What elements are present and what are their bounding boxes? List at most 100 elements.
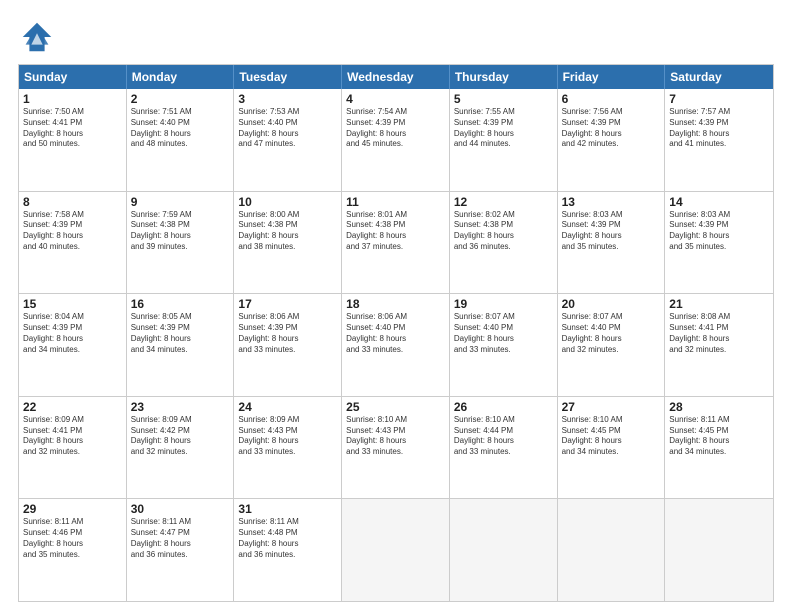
day-number: 24 [238,400,337,414]
weekday-header-saturday: Saturday [665,65,773,89]
day-details: Sunrise: 8:10 AMSunset: 4:43 PMDaylight:… [346,415,445,458]
day-number: 15 [23,297,122,311]
day-number: 8 [23,195,122,209]
calendar-cell: 25Sunrise: 8:10 AMSunset: 4:43 PMDayligh… [342,397,450,499]
day-number: 31 [238,502,337,516]
calendar-cell: 9Sunrise: 7:59 AMSunset: 4:38 PMDaylight… [127,192,235,294]
calendar-week-4: 22Sunrise: 8:09 AMSunset: 4:41 PMDayligh… [19,396,773,499]
day-details: Sunrise: 8:10 AMSunset: 4:44 PMDaylight:… [454,415,553,458]
day-number: 7 [669,92,769,106]
day-details: Sunrise: 7:57 AMSunset: 4:39 PMDaylight:… [669,107,769,150]
day-details: Sunrise: 8:06 AMSunset: 4:40 PMDaylight:… [346,312,445,355]
day-number: 21 [669,297,769,311]
day-number: 17 [238,297,337,311]
day-number: 9 [131,195,230,209]
day-details: Sunrise: 8:09 AMSunset: 4:43 PMDaylight:… [238,415,337,458]
day-number: 2 [131,92,230,106]
calendar-cell: 6Sunrise: 7:56 AMSunset: 4:39 PMDaylight… [558,89,666,191]
calendar-cell: 28Sunrise: 8:11 AMSunset: 4:45 PMDayligh… [665,397,773,499]
day-number: 18 [346,297,445,311]
calendar-cell: 20Sunrise: 8:07 AMSunset: 4:40 PMDayligh… [558,294,666,396]
day-number: 20 [562,297,661,311]
day-details: Sunrise: 8:04 AMSunset: 4:39 PMDaylight:… [23,312,122,355]
page: SundayMondayTuesdayWednesdayThursdayFrid… [0,0,792,612]
day-details: Sunrise: 8:11 AMSunset: 4:45 PMDaylight:… [669,415,769,458]
weekday-header-thursday: Thursday [450,65,558,89]
day-details: Sunrise: 7:53 AMSunset: 4:40 PMDaylight:… [238,107,337,150]
weekday-header-friday: Friday [558,65,666,89]
weekday-header-tuesday: Tuesday [234,65,342,89]
calendar-cell: 11Sunrise: 8:01 AMSunset: 4:38 PMDayligh… [342,192,450,294]
day-number: 30 [131,502,230,516]
calendar-cell: 21Sunrise: 8:08 AMSunset: 4:41 PMDayligh… [665,294,773,396]
day-details: Sunrise: 8:11 AMSunset: 4:47 PMDaylight:… [131,517,230,560]
day-number: 22 [23,400,122,414]
day-details: Sunrise: 8:10 AMSunset: 4:45 PMDaylight:… [562,415,661,458]
calendar-header: SundayMondayTuesdayWednesdayThursdayFrid… [19,65,773,89]
day-number: 29 [23,502,122,516]
day-details: Sunrise: 8:01 AMSunset: 4:38 PMDaylight:… [346,210,445,253]
day-details: Sunrise: 8:09 AMSunset: 4:41 PMDaylight:… [23,415,122,458]
day-number: 3 [238,92,337,106]
calendar-cell: 26Sunrise: 8:10 AMSunset: 4:44 PMDayligh… [450,397,558,499]
weekday-header-wednesday: Wednesday [342,65,450,89]
calendar-cell [342,499,450,601]
day-details: Sunrise: 8:02 AMSunset: 4:38 PMDaylight:… [454,210,553,253]
calendar-cell: 22Sunrise: 8:09 AMSunset: 4:41 PMDayligh… [19,397,127,499]
day-number: 13 [562,195,661,209]
day-details: Sunrise: 7:59 AMSunset: 4:38 PMDaylight:… [131,210,230,253]
calendar-cell: 31Sunrise: 8:11 AMSunset: 4:48 PMDayligh… [234,499,342,601]
day-details: Sunrise: 8:06 AMSunset: 4:39 PMDaylight:… [238,312,337,355]
calendar-cell: 15Sunrise: 8:04 AMSunset: 4:39 PMDayligh… [19,294,127,396]
day-details: Sunrise: 8:09 AMSunset: 4:42 PMDaylight:… [131,415,230,458]
calendar-cell: 13Sunrise: 8:03 AMSunset: 4:39 PMDayligh… [558,192,666,294]
day-number: 10 [238,195,337,209]
day-details: Sunrise: 8:08 AMSunset: 4:41 PMDaylight:… [669,312,769,355]
day-details: Sunrise: 8:07 AMSunset: 4:40 PMDaylight:… [454,312,553,355]
day-number: 16 [131,297,230,311]
day-details: Sunrise: 7:51 AMSunset: 4:40 PMDaylight:… [131,107,230,150]
calendar-cell [558,499,666,601]
day-details: Sunrise: 7:50 AMSunset: 4:41 PMDaylight:… [23,107,122,150]
calendar-cell: 14Sunrise: 8:03 AMSunset: 4:39 PMDayligh… [665,192,773,294]
calendar-cell [665,499,773,601]
day-number: 27 [562,400,661,414]
calendar-cell: 17Sunrise: 8:06 AMSunset: 4:39 PMDayligh… [234,294,342,396]
day-number: 14 [669,195,769,209]
day-details: Sunrise: 7:58 AMSunset: 4:39 PMDaylight:… [23,210,122,253]
calendar-body: 1Sunrise: 7:50 AMSunset: 4:41 PMDaylight… [19,89,773,601]
day-number: 28 [669,400,769,414]
calendar-cell [450,499,558,601]
weekday-header-monday: Monday [127,65,235,89]
day-details: Sunrise: 7:54 AMSunset: 4:39 PMDaylight:… [346,107,445,150]
day-number: 1 [23,92,122,106]
calendar-cell: 29Sunrise: 8:11 AMSunset: 4:46 PMDayligh… [19,499,127,601]
day-number: 26 [454,400,553,414]
calendar-cell: 30Sunrise: 8:11 AMSunset: 4:47 PMDayligh… [127,499,235,601]
day-number: 11 [346,195,445,209]
calendar-week-3: 15Sunrise: 8:04 AMSunset: 4:39 PMDayligh… [19,293,773,396]
weekday-header-sunday: Sunday [19,65,127,89]
day-number: 25 [346,400,445,414]
day-details: Sunrise: 7:56 AMSunset: 4:39 PMDaylight:… [562,107,661,150]
day-number: 19 [454,297,553,311]
day-details: Sunrise: 8:05 AMSunset: 4:39 PMDaylight:… [131,312,230,355]
day-number: 4 [346,92,445,106]
day-details: Sunrise: 8:00 AMSunset: 4:38 PMDaylight:… [238,210,337,253]
calendar-cell: 16Sunrise: 8:05 AMSunset: 4:39 PMDayligh… [127,294,235,396]
calendar-cell: 24Sunrise: 8:09 AMSunset: 4:43 PMDayligh… [234,397,342,499]
calendar-week-2: 8Sunrise: 7:58 AMSunset: 4:39 PMDaylight… [19,191,773,294]
day-number: 23 [131,400,230,414]
day-details: Sunrise: 8:11 AMSunset: 4:46 PMDaylight:… [23,517,122,560]
logo-icon [18,18,56,56]
calendar-cell: 2Sunrise: 7:51 AMSunset: 4:40 PMDaylight… [127,89,235,191]
calendar-cell: 3Sunrise: 7:53 AMSunset: 4:40 PMDaylight… [234,89,342,191]
calendar-cell: 27Sunrise: 8:10 AMSunset: 4:45 PMDayligh… [558,397,666,499]
day-details: Sunrise: 8:03 AMSunset: 4:39 PMDaylight:… [669,210,769,253]
calendar-week-5: 29Sunrise: 8:11 AMSunset: 4:46 PMDayligh… [19,498,773,601]
calendar-cell: 7Sunrise: 7:57 AMSunset: 4:39 PMDaylight… [665,89,773,191]
calendar-week-1: 1Sunrise: 7:50 AMSunset: 4:41 PMDaylight… [19,89,773,191]
day-details: Sunrise: 8:03 AMSunset: 4:39 PMDaylight:… [562,210,661,253]
calendar-cell: 8Sunrise: 7:58 AMSunset: 4:39 PMDaylight… [19,192,127,294]
calendar-cell: 10Sunrise: 8:00 AMSunset: 4:38 PMDayligh… [234,192,342,294]
